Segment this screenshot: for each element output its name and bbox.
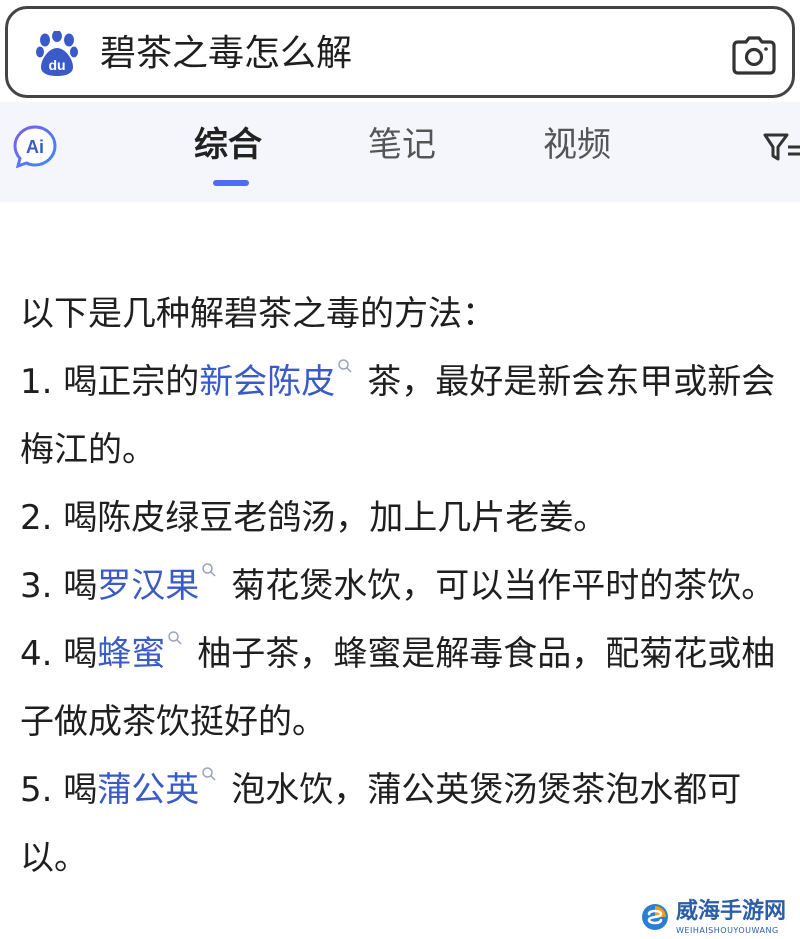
ai-assistant-icon[interactable]: Ai [12,124,58,170]
search-input[interactable]: 碧茶之毒怎么解 [100,31,352,77]
keyword-link[interactable]: 新会陈皮 [199,362,335,402]
watermark-title: 威海手游网 [676,899,787,924]
logo-text: du [48,57,65,73]
active-tab-indicator [213,180,249,186]
answer-item-1: 1. 喝正宗的新会陈皮 茶，最好是新会东甲或新会梅江的。 [20,348,792,484]
tab-video[interactable]: 视频 [543,122,611,168]
keyword-link[interactable]: 蜂蜜 [97,634,165,674]
watermark-logo-icon [642,904,668,930]
item-text: 1. 喝正宗的 [20,362,200,402]
search-small-icon[interactable] [337,358,353,374]
baidu-paw-logo-icon[interactable]: du [36,31,78,77]
search-small-icon[interactable] [167,630,183,646]
answer-content: 以下是几种解碧茶之毒的方法： 1. 喝正宗的新会陈皮 茶，最好是新会东甲或新会梅江… [20,280,792,892]
search-bar[interactable]: du 碧茶之毒怎么解 [5,6,795,98]
tab-all[interactable]: 综合 [194,122,262,168]
answer-item-3: 3. 喝罗汉果 菊花煲水饮，可以当作平时的茶饮。 [20,552,792,620]
item-text: 菊花煲水饮，可以当作平时的茶饮。 [231,566,776,606]
search-small-icon[interactable] [201,766,217,782]
keyword-link[interactable]: 罗汉果 [97,566,199,606]
tab-notes[interactable]: 笔记 [368,122,436,168]
item-text: 3. 喝 [20,566,98,606]
ai-icon-label: Ai [26,137,44,157]
answer-item-5: 5. 喝蒲公英 泡水饮，蒲公英煲汤煲茶泡水都可以。 [20,756,792,892]
answer-item-4: 4. 喝蜂蜜 柚子茶，蜂蜜是解毒食品，配菊花或柚子做成茶饮挺好的。 [20,620,792,756]
keyword-link[interactable]: 蒲公英 [97,770,199,810]
watermark-subtitle: WEIHAISHOUYOUWANG [676,926,779,935]
answer-intro: 以下是几种解碧茶之毒的方法： [20,294,496,334]
filter-icon[interactable] [762,130,800,164]
item-text: 2. 喝陈皮绿豆老鸽汤，加上几片老姜。 [20,498,608,538]
search-small-icon[interactable] [201,562,217,578]
item-text: 5. 喝 [20,770,98,810]
item-text: 4. 喝 [20,634,98,674]
answer-item-2: 2. 喝陈皮绿豆老鸽汤，加上几片老姜。 [20,484,792,552]
camera-icon[interactable] [732,35,776,75]
tab-strip: Ai 综合 笔记 视频 [0,102,800,202]
watermark: 威海手游网 WEIHAISHOUYOUWANG [636,898,800,939]
